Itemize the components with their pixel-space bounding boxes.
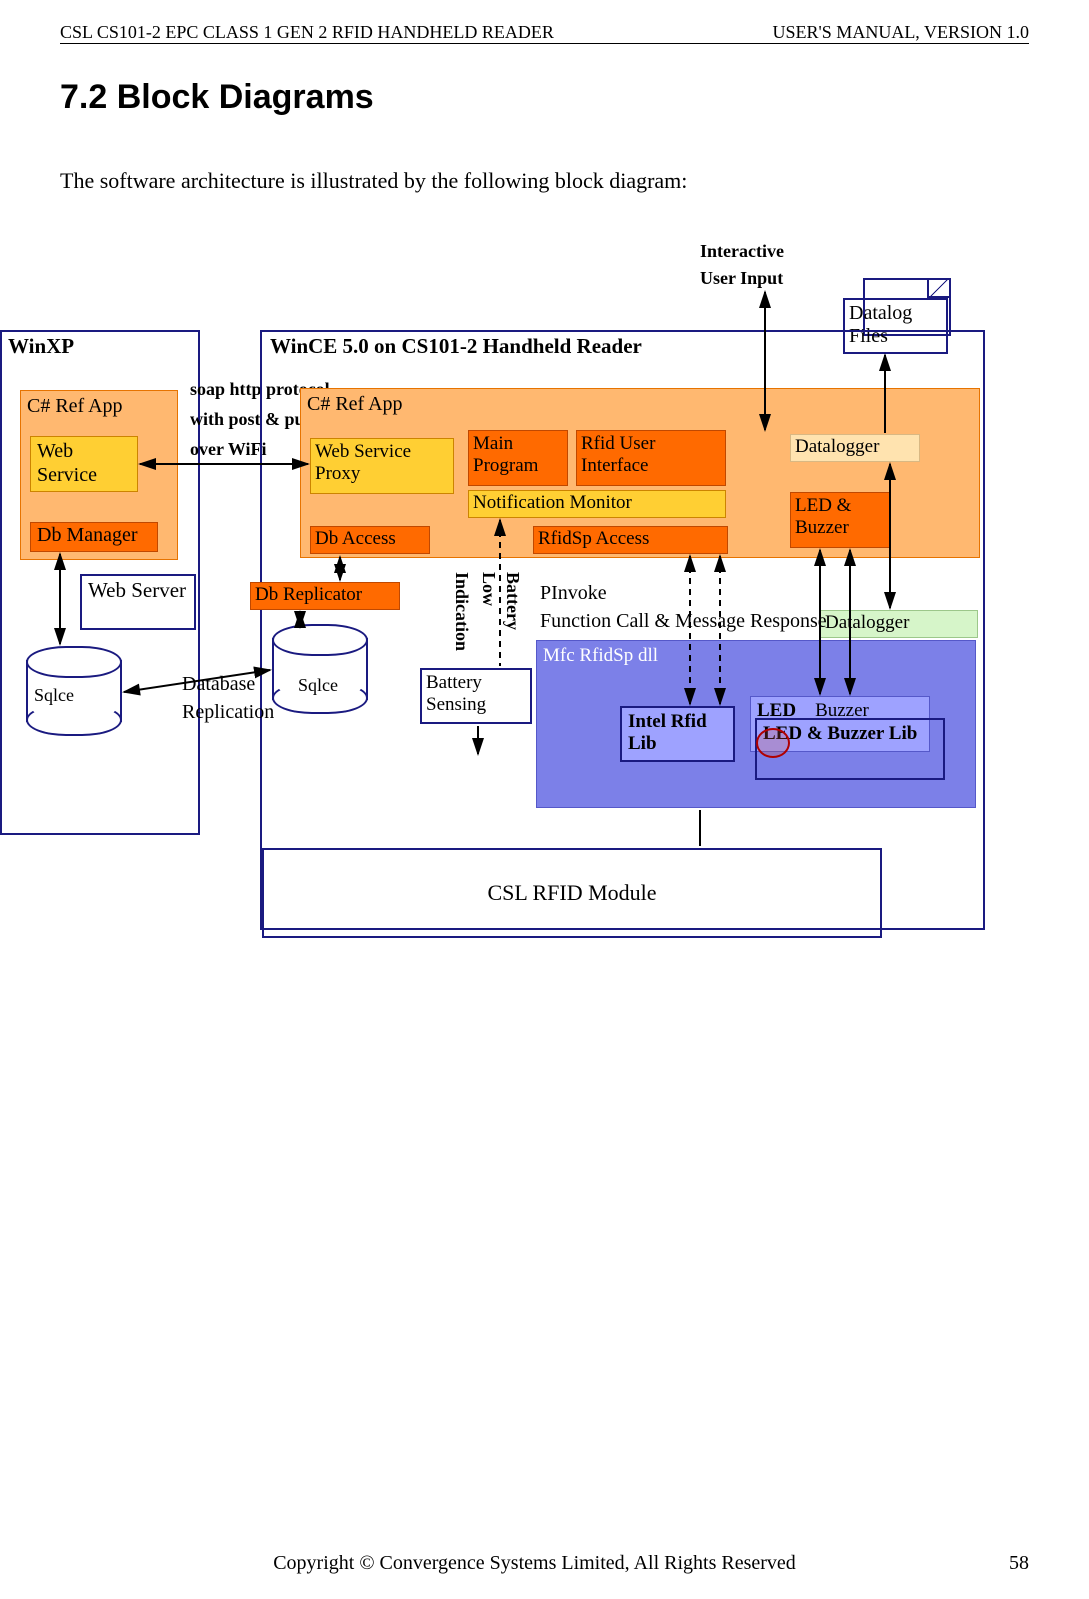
block-diagram: Interactive User Input Datalog Files Win… — [0, 230, 1089, 960]
doc-header-left: CSL CS101-2 EPC CLASS 1 GEN 2 RFID HANDH… — [60, 22, 554, 43]
batt-low-l2: Low — [478, 572, 499, 606]
pinvoke-label: PInvoke — [540, 582, 607, 605]
intel-rfid-lib-box: Intel Rfid Lib — [620, 706, 735, 762]
db-repl-l1: Database — [182, 670, 274, 698]
interactive-label-2: User Input — [700, 265, 784, 292]
led-buzzer-box: LED & Buzzer — [790, 492, 890, 548]
sqlce-left-label: Sqlce — [34, 685, 126, 706]
battery-sensing-box: Battery Sensing — [420, 668, 532, 724]
rfid-ui-box: Rfid User Interface — [576, 430, 726, 486]
interactive-label-1: Interactive — [700, 238, 784, 265]
sqlce-right-db-icon — [272, 624, 368, 714]
web-service-box: Web Service — [30, 436, 138, 492]
sqlce-right-label: Sqlce — [298, 675, 368, 696]
db-replicator-box: Db Replicator — [250, 582, 400, 610]
footer-copyright: Copyright © Convergence Systems Limited,… — [273, 1552, 796, 1575]
db-manager-box: Db Manager — [30, 522, 158, 552]
notification-box: Notification Monitor — [468, 490, 726, 518]
db-access-box: Db Access — [310, 526, 430, 554]
datalogger2-box: Datalogger — [820, 610, 978, 638]
batt-low-l1: Battery — [502, 572, 523, 630]
web-server-box: Web Server — [80, 574, 196, 630]
web-proxy-box: Web Service Proxy — [310, 438, 454, 494]
rfidsp-box: RfidSp Access — [533, 526, 728, 554]
wince-title: WinCE 5.0 on CS101-2 Handheld Reader — [262, 332, 983, 361]
soap-l3: over WiFi — [190, 439, 267, 460]
highlight-oval-icon — [756, 728, 790, 758]
page-number: 58 — [1009, 1552, 1029, 1575]
datalogger-box: Datalogger — [790, 434, 920, 462]
doc-header-right: USER'S MANUAL, VERSION 1.0 — [773, 22, 1029, 43]
batt-low-l3: Indication — [451, 572, 472, 651]
db-repl-l2: Replication — [182, 698, 274, 726]
csl-module-box: CSL RFID Module — [262, 848, 882, 938]
section-title: 7.2 Block Diagrams — [60, 78, 374, 117]
main-program-box: Main Program — [468, 430, 568, 486]
csharp-right-label: C# Ref App — [307, 393, 403, 416]
function-call-label: Function Call & Message Response — [540, 610, 827, 633]
intro-text: The software architecture is illustrated… — [60, 168, 687, 194]
winxp-title: WinXP — [2, 332, 198, 361]
